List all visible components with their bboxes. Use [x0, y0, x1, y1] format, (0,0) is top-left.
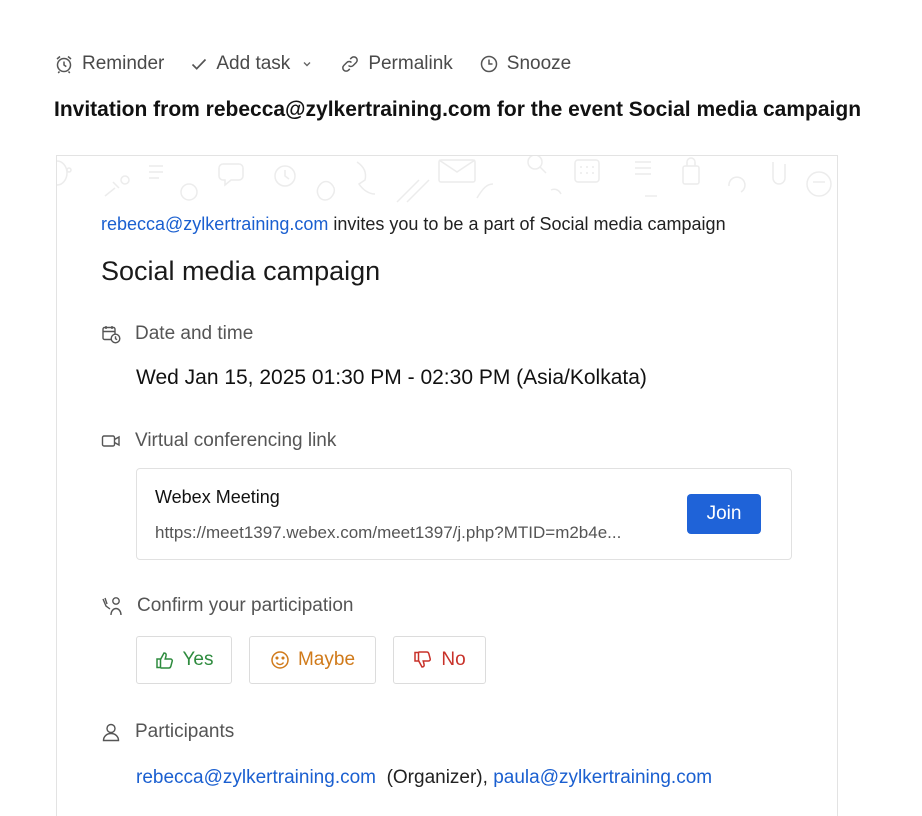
rsvp-maybe-label: Maybe [297, 649, 356, 670]
decorative-doodle-pattern [57, 156, 832, 203]
organizer-email-link[interactable]: rebecca@zylkertraining.com [136, 767, 376, 788]
rsvp-maybe-button[interactable]: Maybe [249, 636, 376, 684]
conferencing-section-label: Virtual conferencing link [101, 430, 336, 452]
snooze-button[interactable]: Snooze [479, 53, 571, 75]
video-camera-icon [101, 435, 120, 447]
add-task-button[interactable]: Add task [190, 53, 314, 75]
participants-label: Participants [135, 721, 235, 742]
rsvp-yes-label: Yes [182, 649, 214, 670]
rsvp-section-label: Confirm your participation [101, 595, 353, 617]
mail-toolbar: Reminder Add task Permalink Snooze [54, 50, 597, 78]
hand-raise-icon [102, 597, 122, 616]
calendar-clock-icon [102, 326, 121, 344]
date-time-section-label: Date and time [101, 323, 253, 345]
reminder-label: Reminder [82, 53, 165, 74]
participant-email-link[interactable]: paula@zylkertraining.com [493, 767, 712, 788]
neutral-face-icon [271, 651, 289, 669]
email-subject: Invitation from rebecca@zylkertraining.c… [54, 98, 862, 121]
permalink-label: Permalink [368, 53, 453, 74]
organizer-tag: (Organizer), [386, 767, 488, 788]
conference-link-box: Webex Meeting https://meet1397.webex.com… [136, 468, 792, 560]
rsvp-no-button[interactable]: No [393, 636, 486, 684]
alarm-clock-icon [56, 55, 72, 74]
link-icon [342, 56, 359, 72]
invitation-card: rebecca@zylkertraining.com invites you t… [56, 155, 838, 816]
rsvp-label: Confirm your participation [137, 595, 354, 616]
invite-message: rebecca@zylkertraining.com invites you t… [101, 214, 726, 235]
add-task-label: Add task [216, 53, 291, 74]
thumbs-up-icon [155, 652, 173, 669]
invite-text: invites you to be a part of Social media… [328, 214, 726, 234]
conferencing-label: Virtual conferencing link [135, 430, 337, 451]
date-time-label: Date and time [135, 323, 254, 344]
conference-url[interactable]: https://meet1397.webex.com/meet1397/j.ph… [155, 523, 683, 543]
sender-email-link[interactable]: rebecca@zylkertraining.com [101, 214, 328, 234]
checkmark-icon [192, 58, 207, 70]
join-button[interactable]: Join [687, 494, 761, 534]
person-icon [102, 723, 120, 742]
participants-list: rebecca@zylkertraining.com (Organizer), … [136, 767, 712, 789]
reminder-button[interactable]: Reminder [54, 53, 164, 75]
snooze-label: Snooze [506, 53, 572, 74]
event-datetime: Wed Jan 15, 2025 01:30 PM - 02:30 PM (As… [136, 366, 647, 389]
chevron-down-icon[interactable] [302, 59, 320, 69]
clock-icon [480, 55, 498, 73]
participants-section-label: Participants [101, 721, 234, 743]
conference-name: Webex Meeting [155, 487, 280, 507]
rsvp-yes-button[interactable]: Yes [136, 636, 232, 684]
thumbs-down-icon [414, 651, 432, 668]
rsvp-no-label: No [441, 649, 466, 670]
event-title: Social media campaign [101, 256, 381, 286]
permalink-button[interactable]: Permalink [340, 53, 453, 75]
